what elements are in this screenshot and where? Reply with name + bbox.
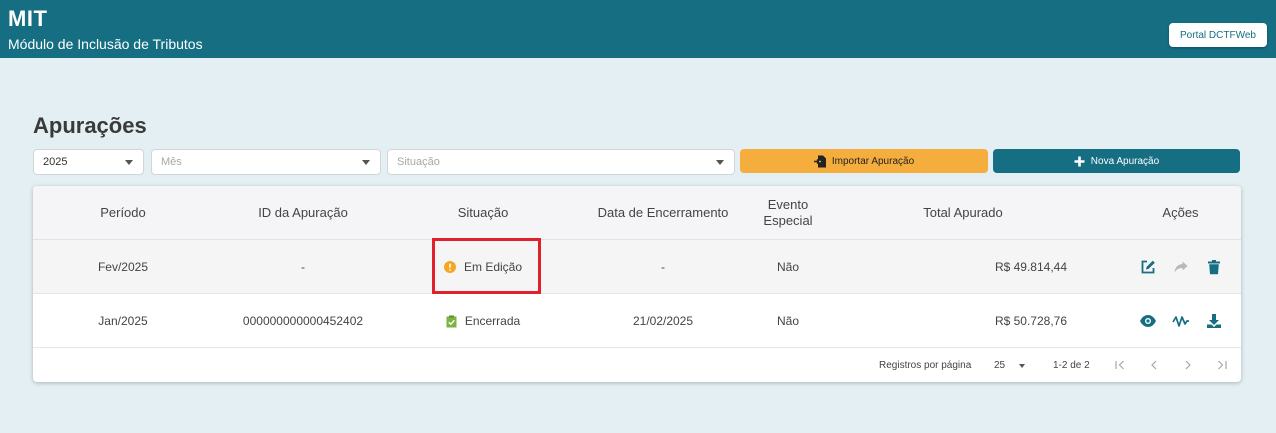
page-title: Apurações — [33, 113, 147, 138]
nova-apuracao-label: Nova Apuração — [1090, 155, 1160, 167]
status-select[interactable]: Situação — [387, 149, 735, 175]
eye-icon[interactable] — [1139, 312, 1157, 330]
column-header-evento-especial: Evento Especial — [763, 197, 813, 228]
id-cell: - — [301, 260, 305, 274]
import-apuracao-button[interactable]: Importar Apuração — [740, 149, 988, 173]
edit-icon[interactable] — [1139, 258, 1157, 276]
import-apuracao-label: Importar Apuração — [831, 155, 915, 167]
activity-icon[interactable] — [1171, 312, 1190, 330]
data-encerramento-cell: - — [661, 260, 665, 274]
month-select-placeholder: Mês — [161, 156, 182, 168]
next-page-icon[interactable] — [1180, 357, 1196, 373]
column-header-acoes: Ações — [1162, 205, 1199, 220]
trash-icon[interactable] — [1205, 258, 1223, 276]
column-header-total: Total Apurado — [923, 205, 1003, 220]
periodo-cell: Fev/2025 — [97, 260, 149, 274]
column-header-id: ID da Apuração — [258, 205, 348, 220]
total-cell: R$ 49.814,44 — [994, 260, 1067, 274]
chevron-down-icon — [716, 160, 724, 165]
app-header: MIT Módulo de Inclusão de Tributos Porta… — [0, 0, 1276, 58]
rows-per-page-label: Registros por página — [879, 360, 972, 371]
column-header-periodo: Período — [100, 205, 146, 220]
evento-especial-cell: Não — [776, 314, 799, 328]
table-row: Fev/2025 - Em Edição - Não R$ 49.814,44 — [33, 240, 1241, 294]
nova-apuracao-button[interactable]: Nova Apuração — [993, 149, 1240, 173]
column-header-data-encerramento: Data de Encerramento — [597, 205, 729, 220]
clipboard-check-icon — [446, 315, 457, 327]
download-icon[interactable] — [1205, 312, 1223, 330]
evento-especial-cell: Não — [776, 260, 799, 274]
apuracoes-table: Período ID da Apuração Situação Data de … — [33, 186, 1241, 382]
chevron-down-icon — [362, 160, 370, 165]
data-encerramento-cell: 21/02/2025 — [632, 314, 694, 328]
month-select[interactable]: Mês — [151, 149, 381, 175]
file-import-icon — [813, 155, 826, 167]
plus-icon — [1074, 156, 1085, 166]
table-row: Jan/2025 000000000000452402 Encerrada 21… — [33, 294, 1241, 348]
rows-per-page-select[interactable]: 25 — [994, 360, 1005, 371]
first-page-icon[interactable] — [1112, 357, 1128, 373]
id-cell: 000000000000452402 — [242, 314, 364, 328]
year-select[interactable]: 2025 — [33, 149, 144, 175]
last-page-icon[interactable] — [1214, 357, 1230, 373]
status-select-placeholder: Situação — [397, 156, 440, 168]
year-select-value: 2025 — [43, 156, 68, 168]
chevron-down-icon[interactable] — [1019, 364, 1025, 368]
previous-page-icon[interactable] — [1146, 357, 1162, 373]
periodo-cell: Jan/2025 — [98, 314, 148, 328]
situacao-highlight-box — [432, 238, 541, 294]
actions-cell — [1123, 294, 1238, 348]
portal-dctfweb-button[interactable]: Portal DCTFWeb — [1169, 23, 1267, 47]
table-header: Período ID da Apuração Situação Data de … — [33, 186, 1241, 240]
pagination: Registros por página 25 1-2 de 2 — [33, 348, 1241, 382]
actions-cell — [1123, 240, 1238, 294]
situacao-text: Encerrada — [464, 314, 521, 328]
column-header-situacao: Situação — [457, 205, 509, 220]
app-title: MIT — [8, 6, 48, 31]
pagination-range: 1-2 de 2 — [1053, 360, 1090, 371]
share-icon[interactable] — [1172, 258, 1190, 276]
chevron-down-icon — [125, 160, 133, 165]
app-subtitle: Módulo de Inclusão de Tributos — [8, 36, 203, 52]
situacao-cell: Encerrada — [393, 294, 573, 348]
total-cell: R$ 50.728,76 — [994, 314, 1067, 328]
